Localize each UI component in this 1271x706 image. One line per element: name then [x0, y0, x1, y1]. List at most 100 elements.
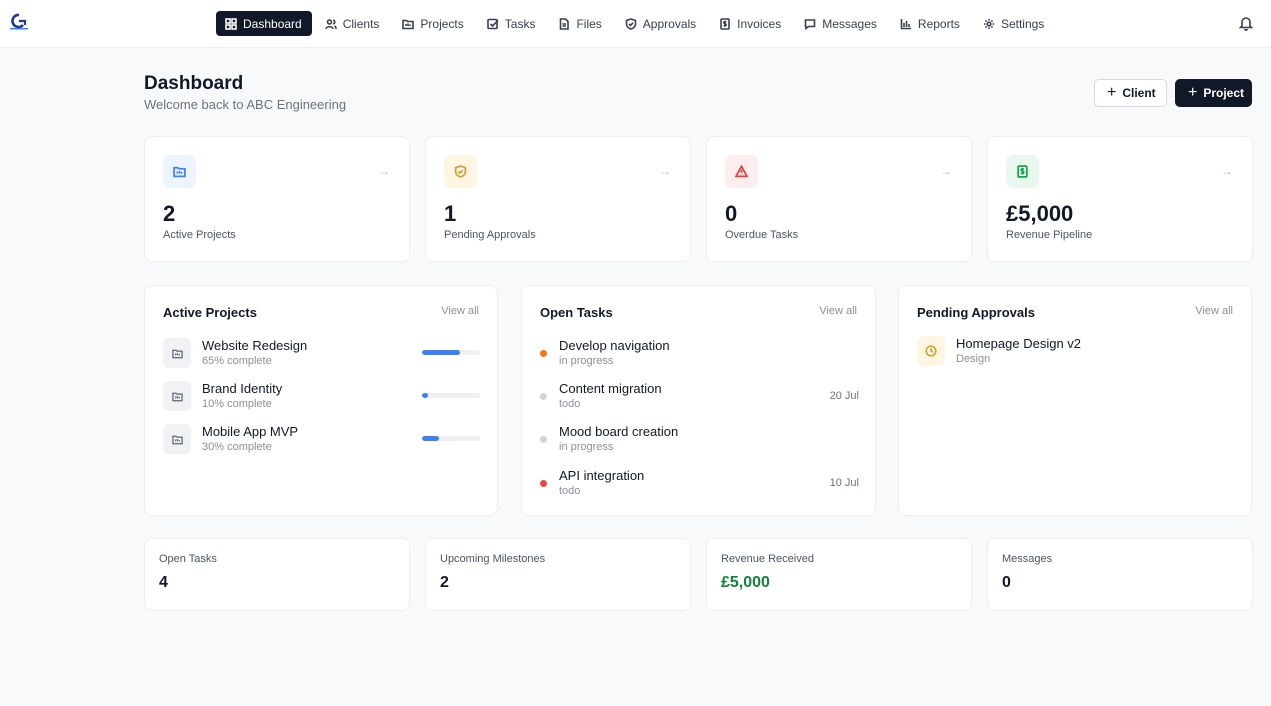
arrow-right-icon: → [659, 164, 671, 178]
main-nav: Dashboard Clients Projects Tasks Files A… [216, 11, 1058, 36]
nav-label: Files [576, 16, 602, 31]
nav-label: Dashboard [243, 16, 302, 31]
summary-label: Open Tasks [159, 553, 217, 565]
stat-label: Overdue Tasks [725, 229, 799, 241]
stat-icon-badge [725, 155, 758, 188]
project-progress-bar [422, 393, 480, 398]
view-all-link[interactable]: View all [1195, 305, 1233, 317]
arrow-right-icon: → [940, 164, 952, 178]
stat-label: Revenue Pipeline [1006, 229, 1093, 241]
panel-title: Active Projects [163, 305, 257, 320]
company-logo[interactable] [8, 13, 30, 31]
task-status: todo [559, 398, 581, 410]
folder-icon [173, 166, 186, 178]
task-row[interactable]: Mood board creation in progress [540, 424, 859, 458]
project-row[interactable]: Website Redesign 65% complete [163, 338, 481, 370]
plus-icon: + [1107, 84, 1117, 101]
panel-title: Open Tasks [540, 305, 613, 320]
stat-value: 1 [444, 201, 457, 226]
arrow-right-icon: → [378, 164, 390, 178]
task-status-dot [540, 436, 547, 443]
project-name: Brand Identity [202, 381, 283, 396]
project-name: Mobile App MVP [202, 424, 299, 439]
top-navigation-bar: Dashboard Clients Projects Tasks Files A… [0, 0, 1271, 48]
stat-card-active-projects[interactable]: → 2 Active Projects [144, 136, 410, 262]
project-row[interactable]: Brand Identity 10% complete [163, 381, 481, 413]
nav-label: Approvals [642, 16, 697, 31]
nav-files[interactable]: Files [549, 11, 611, 36]
task-status-dot [540, 350, 547, 357]
stat-icon-badge [1006, 155, 1039, 188]
project-progress-bar [422, 436, 480, 441]
summary-value: 2 [440, 574, 449, 591]
nav-reports[interactable]: Reports [891, 11, 970, 36]
checkbox-icon [486, 18, 499, 29]
stat-icon-badge [444, 155, 477, 188]
arrow-right-icon: → [1221, 164, 1233, 178]
summary-card-messages: Messages 0 [987, 538, 1253, 611]
add-project-button[interactable]: + Project [1175, 79, 1252, 107]
task-due-date: 20 Jul [829, 390, 859, 402]
nav-messages[interactable]: Messages [795, 11, 887, 36]
project-progress-bar [422, 350, 480, 355]
bar-chart-icon [900, 18, 911, 29]
progress-fill [422, 436, 440, 441]
stat-card-overdue-tasks[interactable]: → 0 Overdue Tasks [706, 136, 972, 262]
task-status-dot [540, 480, 547, 487]
file-icon [560, 17, 570, 30]
add-client-label: Client [1122, 86, 1156, 100]
nav-dashboard[interactable]: Dashboard [216, 11, 312, 36]
summary-card-upcoming-milestones: Upcoming Milestones 2 [425, 538, 691, 611]
nav-invoices[interactable]: Invoices [710, 11, 791, 36]
warning-icon [735, 165, 748, 178]
plus-icon: + [1188, 84, 1198, 101]
task-name: Develop navigation [559, 338, 670, 353]
summary-card-revenue-received: Revenue Received £5,000 [706, 538, 972, 611]
summary-label: Revenue Received [721, 553, 814, 565]
nav-settings[interactable]: Settings [974, 11, 1054, 36]
task-status: in progress [559, 355, 614, 367]
message-icon [804, 18, 816, 30]
nav-clients[interactable]: Clients [316, 11, 390, 36]
progress-fill [422, 393, 428, 398]
stat-label: Pending Approvals [444, 229, 536, 241]
shield-check-icon [454, 165, 467, 178]
project-progress-text: 30% complete [202, 441, 272, 453]
task-name: Content migration [559, 381, 662, 396]
nav-label: Reports [917, 16, 960, 31]
nav-label: Messages [822, 16, 877, 31]
users-icon [324, 18, 337, 29]
task-status: in progress [559, 441, 614, 453]
task-row[interactable]: API integration todo 10 Jul [540, 468, 859, 502]
task-status: todo [559, 485, 581, 497]
summary-value: 0 [1002, 574, 1011, 591]
add-project-label: Project [1203, 86, 1245, 100]
summary-value: 4 [159, 574, 168, 591]
view-all-link[interactable]: View all [441, 305, 479, 317]
task-row[interactable]: Content migration todo 20 Jul [540, 381, 859, 415]
stat-card-pending-approvals[interactable]: → 1 Pending Approvals [425, 136, 691, 262]
nav-projects[interactable]: Projects [393, 11, 473, 36]
summary-value: £5,000 [721, 574, 770, 591]
add-client-button[interactable]: + Client [1094, 79, 1167, 107]
nav-label: Projects [420, 16, 464, 31]
progress-fill [422, 350, 460, 355]
project-row[interactable]: Mobile App MVP 30% complete [163, 424, 481, 456]
stat-card-revenue-pipeline[interactable]: → £5,000 Revenue Pipeline [987, 136, 1253, 262]
task-row[interactable]: Develop navigation in progress [540, 338, 859, 372]
view-all-link[interactable]: View all [819, 305, 857, 317]
project-progress-text: 10% complete [202, 398, 272, 410]
folder-icon [402, 19, 415, 29]
nav-approvals[interactable]: Approvals [616, 11, 706, 36]
approval-row[interactable]: Homepage Design v2 Design [917, 336, 1217, 368]
nav-label: Clients [342, 16, 380, 31]
bell-icon [1238, 17, 1254, 31]
summary-card-open-tasks: Open Tasks 4 [144, 538, 410, 611]
nav-label: Tasks [504, 16, 536, 31]
summary-label: Messages [1002, 553, 1053, 565]
shield-check-icon [625, 17, 637, 30]
nav-tasks[interactable]: Tasks [478, 11, 546, 36]
pending-approvals-panel: Pending Approvals View all Homepage Desi… [898, 285, 1252, 516]
notifications-button[interactable] [1238, 15, 1254, 31]
task-due-date: 10 Jul [829, 477, 859, 489]
